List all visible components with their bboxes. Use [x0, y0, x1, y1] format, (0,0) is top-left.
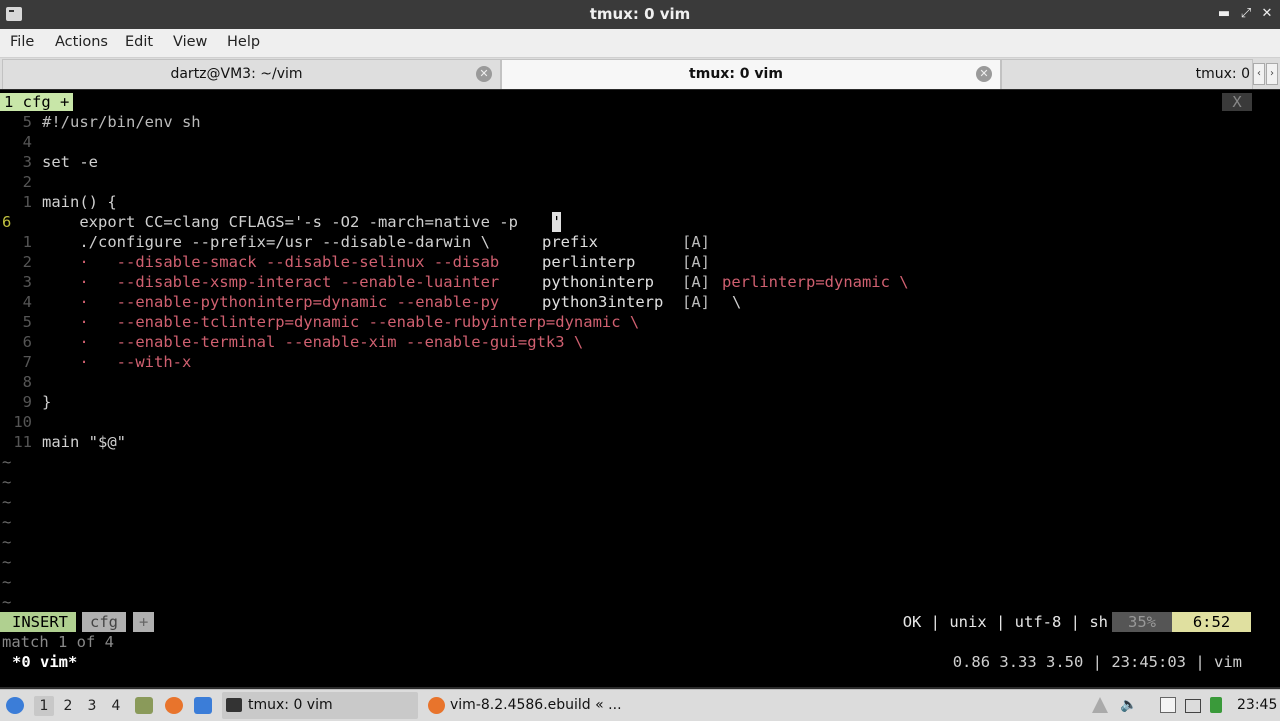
- vim-file-info: OK | unix | utf-8 | sh: [902, 613, 1108, 631]
- menu-file[interactable]: File: [10, 34, 34, 50]
- maximize-icon[interactable]: ⤢: [1236, 4, 1256, 24]
- close-window-icon[interactable]: ✕: [1257, 4, 1277, 24]
- clock[interactable]: 23:45: [1237, 690, 1277, 721]
- window-titlebar: tmux: 0 vim ▬ ⤢ ✕: [0, 0, 1280, 29]
- workspace-3[interactable]: 3: [82, 696, 102, 716]
- task-label: tmux: 0 vim: [248, 697, 333, 713]
- vim-filename: cfg: [82, 612, 126, 632]
- tab-label: dartz@VM3: ~/vim: [170, 66, 303, 82]
- menu-view[interactable]: View: [173, 34, 207, 50]
- task-vim-ebuild[interactable]: vim-8.2.4586.ebuild « ...: [424, 692, 654, 719]
- tray-arrow-icon[interactable]: [1092, 697, 1108, 713]
- empty-line-marker: ~: [2, 453, 12, 471]
- vim-message-line: match 1 of 4: [2, 633, 114, 651]
- completion-item[interactable]: perlinterp [A]: [542, 252, 712, 272]
- firefox-icon[interactable]: [165, 697, 183, 714]
- tab-bar: dartz@VM3: ~/vim ✕ tmux: 0 vim ✕ tmux: 0: [0, 58, 1280, 89]
- empty-line-marker: ~: [2, 513, 12, 531]
- completion-item[interactable]: pythoninterp [A] perlinterp=dynamic \: [542, 272, 922, 292]
- menu-bar: File Actions Edit View Help: [0, 29, 1280, 58]
- task-tmux-vim[interactable]: tmux: 0 vim: [222, 692, 418, 719]
- workspace-1[interactable]: 1: [34, 696, 54, 716]
- workspace-2[interactable]: 2: [58, 696, 78, 716]
- vim-scroll-percent: 35%: [1112, 612, 1172, 632]
- file-manager-icon[interactable]: [135, 697, 153, 714]
- terminal-area[interactable]: 1 cfg + X 5 #!/usr/bin/env sh 4 3 set -e 2…: [0, 90, 1280, 687]
- tab-tmux-vim[interactable]: tmux: 0 vim ✕: [501, 59, 1001, 89]
- vim-statusline: INSERT cfg + OK | unix | utf-8 | sh 35% …: [0, 612, 1280, 632]
- vim-modified-flag: +: [133, 612, 155, 632]
- tab-close-icon[interactable]: ✕: [976, 66, 992, 82]
- volume-icon[interactable]: 🔈: [1120, 697, 1137, 713]
- vim-buffer-tab[interactable]: 1 cfg +: [0, 93, 74, 111]
- empty-line-marker: ~: [2, 553, 12, 571]
- show-desktop-icon[interactable]: [194, 697, 212, 714]
- tab-label: tmux: 0: [1195, 66, 1250, 82]
- clipboard-icon[interactable]: [1160, 697, 1176, 713]
- tmux-status-right: 0.86 3.33 3.50 | 23:45:03 | vim: [952, 653, 1242, 671]
- network-icon[interactable]: [1185, 699, 1201, 713]
- tab-close-icon[interactable]: ✕: [476, 66, 492, 82]
- tab-label: tmux: 0 vim: [689, 66, 783, 82]
- tab-dartz-vim[interactable]: dartz@VM3: ~/vim ✕: [2, 59, 501, 89]
- window-title: tmux: 0 vim: [589, 5, 691, 23]
- tmux-status-bar: *0 vim* 0.86 3.33 3.50 | 23:45:03 | vim: [0, 652, 1280, 672]
- menu-edit[interactable]: Edit: [125, 34, 153, 50]
- workspace-4[interactable]: 4: [106, 696, 126, 716]
- tab-scroll-right-icon[interactable]: ›: [1266, 63, 1278, 85]
- taskbar: 1 2 3 4 tmux: 0 vim vim-8.2.4586.ebuild …: [0, 689, 1280, 721]
- tab-scroll-left-icon[interactable]: ‹: [1253, 63, 1265, 85]
- vim-cursor-position: 6:52: [1172, 612, 1251, 632]
- empty-line-marker: ~: [2, 573, 12, 591]
- terminal-icon: [226, 698, 242, 712]
- tab-tmux-0[interactable]: tmux: 0: [1001, 59, 1253, 89]
- completion-item[interactable]: prefix [A]: [542, 232, 712, 252]
- empty-line-marker: ~: [2, 473, 12, 491]
- text-cursor: ': [552, 212, 562, 232]
- update-icon[interactable]: [1210, 697, 1222, 713]
- vim-mode-indicator: INSERT: [0, 612, 76, 632]
- vim-close-tab-button[interactable]: X: [1222, 93, 1252, 111]
- menu-help[interactable]: Help: [227, 34, 260, 50]
- completion-item[interactable]: python3interp [A] \: [542, 292, 742, 312]
- task-label: vim-8.2.4586.ebuild « ...: [450, 697, 622, 713]
- tmux-window-list[interactable]: *0 vim*: [12, 652, 77, 672]
- minimize-icon[interactable]: ▬: [1214, 4, 1234, 24]
- menu-actions[interactable]: Actions: [55, 34, 108, 50]
- empty-line-marker: ~: [2, 493, 12, 511]
- vim-tabline: 1 cfg + X: [0, 93, 1280, 111]
- empty-line-marker: ~: [2, 593, 12, 611]
- firefox-icon: [428, 697, 445, 714]
- empty-line-marker: ~: [2, 533, 12, 551]
- start-menu-icon[interactable]: [6, 697, 24, 714]
